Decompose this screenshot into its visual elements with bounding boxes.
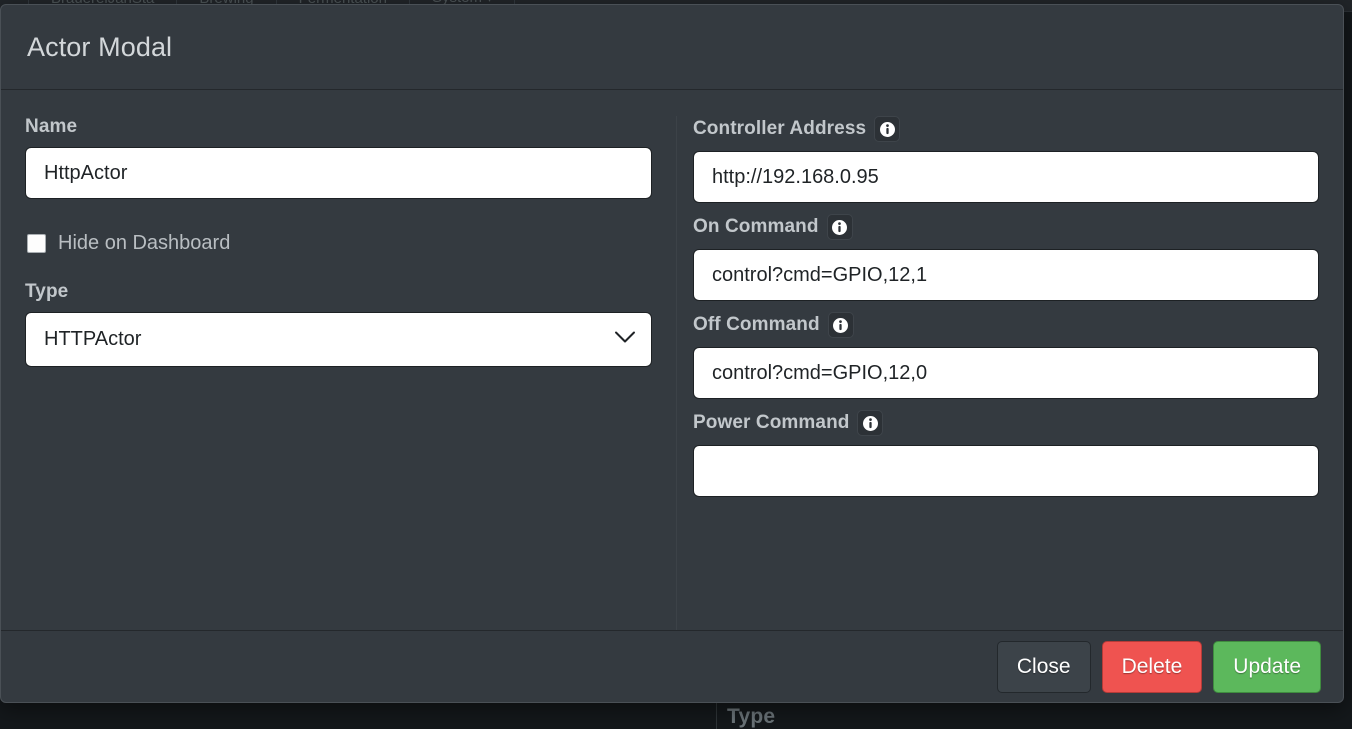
type-label-text: Type: [25, 281, 69, 302]
hide-on-dashboard-checkbox[interactable]: [27, 234, 46, 253]
name-label-text: Name: [25, 116, 78, 137]
power-command-label: Power Command: [693, 410, 1319, 436]
type-select[interactable]: HTTPActor: [25, 312, 652, 367]
info-icon[interactable]: [826, 214, 853, 240]
info-icon[interactable]: [874, 116, 901, 142]
off-command-input[interactable]: [692, 347, 1319, 399]
modal-body: Name Hide on Dashboard Type HTTPActor: [1, 90, 1343, 630]
type-select-value: HTTPActor: [44, 328, 142, 350]
background-lower-panel: [0, 700, 1352, 729]
hide-on-dashboard-row[interactable]: Hide on Dashboard: [27, 232, 652, 255]
modal-footer: Close Delete Update: [1, 630, 1343, 702]
power-command-label-text: Power Command: [692, 412, 850, 433]
on-command-label: On Command: [693, 214, 1319, 240]
controller-address-input[interactable]: [692, 151, 1319, 203]
modal-right-column: Controller Address On Command: [675, 116, 1319, 630]
off-command-label-text: Off Command: [692, 314, 820, 335]
hide-on-dashboard-label: Hide on Dashboard: [58, 232, 231, 254]
off-command-label: Off Command: [693, 312, 1319, 338]
type-label: Type: [25, 281, 652, 303]
delete-button[interactable]: Delete: [1101, 640, 1203, 693]
on-command-input[interactable]: [692, 249, 1319, 301]
field-group-type: Type HTTPActor: [25, 281, 652, 367]
background-column-divider: [716, 702, 717, 729]
background-type-label: Type: [727, 705, 776, 728]
field-group-name: Name: [25, 116, 652, 199]
field-group-power-command: Power Command: [692, 410, 1319, 497]
field-group-controller-address: Controller Address: [692, 116, 1319, 203]
name-label: Name: [25, 116, 652, 138]
on-command-label-text: On Command: [692, 216, 819, 237]
field-group-off-command: Off Command: [692, 312, 1319, 399]
controller-address-label: Controller Address: [693, 116, 1319, 142]
controller-address-label-text: Controller Address: [692, 118, 867, 139]
info-icon[interactable]: [857, 410, 884, 436]
name-input[interactable]: [25, 147, 652, 199]
update-button[interactable]: Update: [1213, 640, 1321, 693]
field-group-on-command: On Command: [692, 214, 1319, 301]
modal-title: Actor Modal: [27, 31, 173, 62]
power-command-input[interactable]: [692, 445, 1319, 497]
info-icon[interactable]: [827, 312, 854, 338]
actor-modal: Actor Modal Name Hide on Dashboard Type: [0, 4, 1344, 703]
close-button[interactable]: Close: [996, 640, 1091, 693]
modal-left-column: Name Hide on Dashboard Type HTTPActor: [25, 116, 676, 630]
modal-header: Actor Modal: [1, 5, 1343, 90]
type-select-wrapper: HTTPActor: [25, 312, 652, 367]
